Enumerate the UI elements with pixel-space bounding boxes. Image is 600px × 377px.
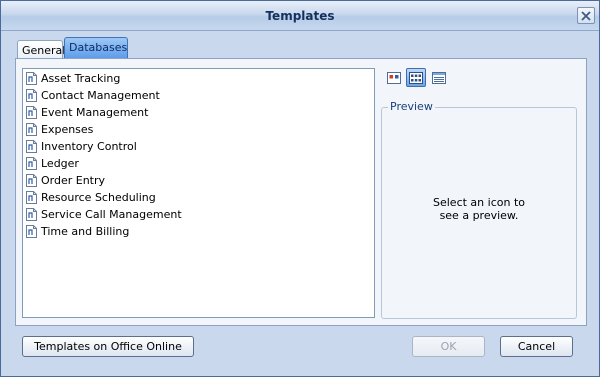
preview-message-line-2: see a preview. bbox=[439, 209, 519, 222]
close-icon bbox=[581, 10, 591, 21]
document-icon bbox=[26, 191, 37, 204]
template-list[interactable]: Asset Tracking Contact Management Event … bbox=[22, 68, 375, 318]
list-item[interactable]: Event Management bbox=[23, 104, 374, 121]
close-button[interactable] bbox=[577, 7, 595, 24]
list-item-label: Contact Management bbox=[41, 89, 160, 102]
preview-legend: Preview bbox=[388, 100, 435, 113]
list-item[interactable]: Order Entry bbox=[23, 172, 374, 189]
list-item-label: Time and Billing bbox=[41, 225, 130, 238]
document-icon bbox=[26, 174, 37, 187]
preview-message-line-1: Select an icon to bbox=[433, 196, 525, 209]
list-item-label: Ledger bbox=[41, 157, 79, 170]
list-item-label: Inventory Control bbox=[41, 140, 137, 153]
large-icons-view-icon bbox=[387, 71, 401, 84]
list-item[interactable]: Asset Tracking bbox=[23, 70, 374, 87]
details-view-button[interactable] bbox=[429, 68, 449, 87]
list-item[interactable]: Time and Billing bbox=[23, 223, 374, 240]
list-item-label: Service Call Management bbox=[41, 208, 182, 221]
title-bar[interactable]: Templates bbox=[1, 1, 599, 31]
preview-message: Select an icon to see a preview. bbox=[382, 196, 576, 222]
list-item[interactable]: Contact Management bbox=[23, 87, 374, 104]
preview-group: Preview Select an icon to see a preview. bbox=[381, 100, 577, 319]
ok-button[interactable]: OK bbox=[412, 336, 485, 357]
document-icon bbox=[26, 89, 37, 102]
document-icon bbox=[26, 157, 37, 170]
list-item[interactable]: Inventory Control bbox=[23, 138, 374, 155]
document-icon bbox=[26, 106, 37, 119]
tab-panel-databases: Asset Tracking Contact Management Event … bbox=[15, 58, 587, 326]
document-icon bbox=[26, 208, 37, 221]
dialog-title: Templates bbox=[265, 9, 335, 23]
large-icons-view-button[interactable] bbox=[384, 68, 404, 87]
list-item[interactable]: Service Call Management bbox=[23, 206, 374, 223]
tab-general[interactable]: General bbox=[17, 40, 65, 59]
templates-dialog: Templates General Databases Asset Tracki… bbox=[0, 0, 600, 377]
list-item-label: Asset Tracking bbox=[41, 72, 121, 85]
list-item[interactable]: Expenses bbox=[23, 121, 374, 138]
list-item-label: Event Management bbox=[41, 106, 149, 119]
list-view-button[interactable] bbox=[406, 68, 426, 87]
document-icon bbox=[26, 123, 37, 136]
list-item-label: Resource Scheduling bbox=[41, 191, 156, 204]
list-item[interactable]: Ledger bbox=[23, 155, 374, 172]
list-item[interactable]: Resource Scheduling bbox=[23, 189, 374, 206]
cancel-button[interactable]: Cancel bbox=[500, 336, 573, 357]
list-item-label: Expenses bbox=[41, 123, 94, 136]
details-view-icon bbox=[432, 71, 446, 84]
document-icon bbox=[26, 225, 37, 238]
tab-databases[interactable]: Databases bbox=[64, 37, 128, 59]
document-icon bbox=[26, 140, 37, 153]
list-item-label: Order Entry bbox=[41, 174, 106, 187]
document-icon bbox=[26, 72, 37, 85]
templates-on-office-online-button[interactable]: Templates on Office Online bbox=[22, 336, 194, 357]
list-view-icon bbox=[409, 71, 423, 84]
